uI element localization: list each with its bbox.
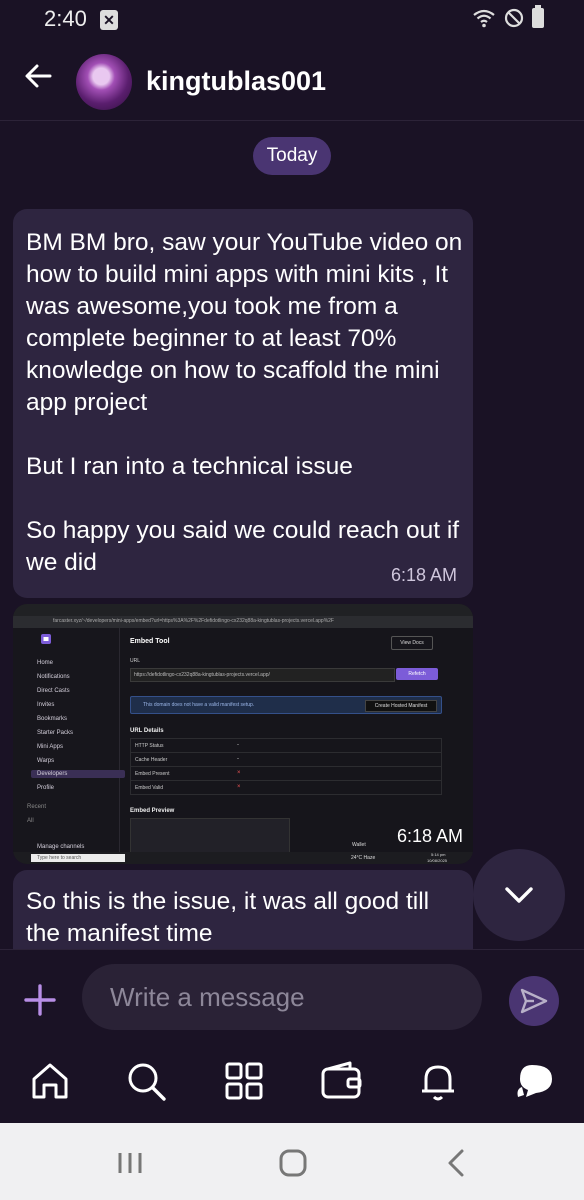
chat-header: kingtublas001	[0, 40, 584, 121]
sidebar-item: Starter Packs	[37, 730, 74, 736]
sidebar-item: Home	[37, 660, 54, 666]
back-arrow-icon[interactable]	[22, 60, 54, 92]
message-bubble[interactable]: BM BM bro, saw your YouTube video on how…	[13, 209, 473, 598]
farcaster-logo-icon	[41, 634, 51, 644]
send-icon	[520, 988, 548, 1014]
chevron-down-icon	[505, 887, 533, 903]
avatar[interactable]	[76, 54, 132, 110]
screenshot-main-panel: Embed Tool View Docs URL https://defidot…	[120, 628, 473, 854]
contact-name[interactable]: kingtublas001	[146, 66, 326, 97]
message-text: So this is the issue, it was all good ti…	[26, 888, 436, 947]
sidebar-footer: Manage channels	[37, 844, 85, 850]
browser-url-text: farcaster.xyz/~/developers/mini-apps/emb…	[53, 618, 334, 624]
create-manifest-button: Create Hosted Manifest	[365, 700, 437, 712]
message-text: BM BM bro, saw your YouTube video on how…	[26, 229, 463, 576]
embed-preview-label: Embed Preview	[130, 808, 175, 814]
composer	[0, 949, 584, 1046]
sidebar-item: Mini Apps	[37, 744, 64, 750]
plus-icon[interactable]	[22, 982, 58, 1018]
sidebar-item: Profile	[37, 785, 55, 791]
recent-apps-icon[interactable]	[110, 1143, 150, 1183]
status-time: 2:40	[44, 6, 87, 31]
url-details-label: URL Details	[130, 728, 164, 734]
taskbar-search: Type here to search	[31, 854, 125, 862]
do-not-disturb-icon	[504, 8, 524, 28]
apps-grid-icon[interactable]	[220, 1057, 268, 1105]
sidebar-item: Warps	[37, 758, 55, 764]
manifest-warning: This domain does not have a valid manife…	[130, 696, 442, 714]
embed-preview-box	[130, 818, 290, 854]
status-bar: 2:40 ✕	[0, 0, 584, 40]
url-input: https://defidotlingo-cx232q88a-kingtubla…	[130, 668, 395, 682]
browser-url-bar: farcaster.xyz/~/developers/mini-apps/emb…	[13, 616, 473, 628]
sidebar-item: Notifications	[37, 674, 70, 680]
day-divider: Today	[253, 137, 331, 175]
wallet-label: Wallet	[352, 842, 366, 848]
detail-row: Cache Header -	[130, 752, 442, 767]
sidebar-item: Bookmarks	[37, 716, 68, 722]
wallet-icon[interactable]	[318, 1057, 366, 1105]
back-button-icon[interactable]	[436, 1143, 476, 1183]
refetch-button: Refetch	[396, 668, 438, 680]
taskbar-date: 10/08/2025	[427, 858, 448, 863]
url-label: URL	[130, 658, 141, 664]
detail-row: Embed Present ×	[130, 766, 442, 781]
attachment-time: 6:18 AM	[396, 826, 463, 846]
home-icon[interactable]	[26, 1057, 74, 1105]
notification-icon: ✕	[100, 10, 118, 30]
scroll-to-bottom-button[interactable]	[473, 849, 565, 941]
status-icons	[472, 5, 544, 28]
bell-icon[interactable]	[414, 1057, 462, 1105]
system-nav-bar	[0, 1123, 584, 1200]
warning-text: This domain does not have a valid manife…	[143, 702, 255, 708]
detail-row: HTTP Status -	[130, 738, 442, 753]
taskbar-weather: 24°C Haze	[351, 855, 376, 861]
detail-row: Embed Valid ×	[130, 780, 442, 795]
sidebar-item-active: Developers	[31, 770, 125, 778]
browser-tab-strip	[13, 604, 473, 616]
image-attachment[interactable]: farcaster.xyz/~/developers/mini-apps/emb…	[13, 604, 473, 864]
message-list[interactable]: Today BM BM bro, saw your YouTube video …	[0, 121, 584, 949]
message-time: 6:18 AM	[390, 565, 457, 585]
taskbar-clock: 5:14 pm	[431, 852, 446, 857]
chat-icon[interactable]	[512, 1057, 560, 1105]
search-icon[interactable]	[122, 1057, 170, 1105]
battery-icon	[532, 5, 544, 28]
windows-taskbar: Type here to search 24°C Haze 5:14 pm 10…	[13, 852, 473, 864]
message-input[interactable]	[82, 964, 482, 1030]
bottom-tab-bar	[0, 1045, 584, 1123]
screenshot-sidebar: Home Notifications Direct Casts Invites …	[13, 628, 125, 852]
message-bubble[interactable]: So this is the issue, it was all good ti…	[13, 870, 473, 949]
home-button-icon[interactable]	[273, 1143, 313, 1183]
sidebar-all-label: All	[27, 818, 34, 824]
sidebar-recent-label: Recent	[27, 804, 47, 810]
wifi-icon	[473, 9, 495, 28]
sidebar-item: Invites	[37, 702, 55, 708]
send-button[interactable]	[509, 976, 559, 1026]
sidebar-item: Direct Casts	[37, 688, 70, 694]
